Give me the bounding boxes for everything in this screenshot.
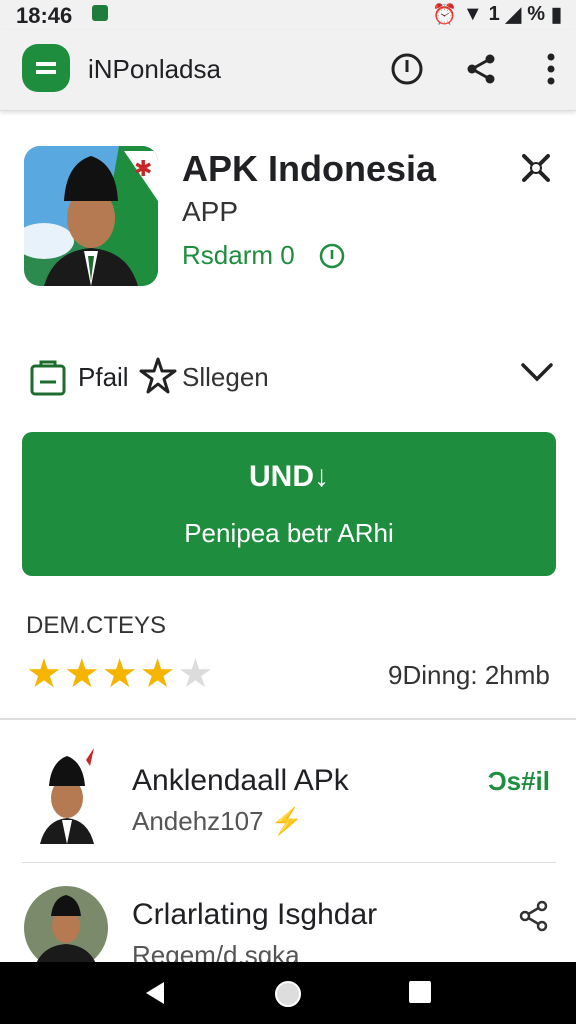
- status-icons: ⏰ ▼ 1 ◢ % ▮: [432, 2, 562, 27]
- app-logo: ✱: [24, 146, 158, 286]
- notification-icon: [92, 5, 108, 21]
- app-bar: iNPonladsa: [0, 30, 576, 111]
- chevron-down-icon[interactable]: [520, 360, 554, 391]
- rating-label: DEM.CTEYS: [26, 612, 167, 639]
- status-icon: ⚡: [270, 806, 304, 836]
- list-separator: [22, 862, 556, 863]
- signal-icon: ◢: [505, 4, 522, 26]
- star-icon: ★: [26, 652, 62, 696]
- share-icon[interactable]: [518, 900, 550, 939]
- star-icon: ★: [101, 652, 138, 696]
- navigation-bar: [0, 962, 576, 1024]
- share-icon[interactable]: [462, 50, 500, 88]
- svg-text:✱: ✱: [134, 156, 152, 181]
- list-item-avatar: [28, 748, 106, 844]
- app-bar-title: iNPonladsa: [88, 54, 221, 84]
- bag-icon: [28, 356, 68, 403]
- store-app-icon[interactable]: [22, 44, 70, 92]
- star-outline-icon: [138, 356, 178, 403]
- recent-apps-icon[interactable]: [408, 980, 432, 1009]
- divider: [0, 718, 576, 720]
- meta-label-1: Pfail: [78, 362, 129, 392]
- battery-icon: ▮: [550, 4, 562, 26]
- install-button-title: UND↓: [249, 460, 329, 493]
- star-icon: ★: [139, 652, 176, 696]
- star-empty-icon: ★: [177, 652, 214, 696]
- meta-row: Pfail Sllegen: [26, 352, 556, 400]
- list-item-name: Anklendaall APk: [132, 764, 349, 797]
- list-item-status[interactable]: Ɔs#il: [488, 766, 550, 797]
- wifi-icon: ▼: [462, 3, 483, 25]
- close-icon[interactable]: [518, 150, 554, 191]
- list-item-name: Crlarlating Isghdar: [132, 898, 378, 931]
- alarm-icon: ⏰: [431, 4, 457, 26]
- status-bar: 18:46 ⏰ ▼ 1 ◢ % ▮: [0, 0, 576, 30]
- home-icon[interactable]: [274, 980, 302, 1013]
- battery-text: %: [527, 3, 545, 25]
- developer-name[interactable]: Rsdarm 0: [182, 240, 295, 271]
- status-time: 18:46: [16, 3, 73, 28]
- more-vert-icon[interactable]: [532, 50, 570, 88]
- info-icon[interactable]: [388, 50, 426, 88]
- meta-label-2: Sllegen: [182, 362, 269, 392]
- size-text: 9Dinng: 2hmb: [388, 660, 550, 690]
- back-icon[interactable]: [142, 980, 168, 1011]
- list-item-sub: Andehz107 ⚡: [132, 806, 304, 836]
- info-circle-icon[interactable]: [318, 242, 346, 275]
- app-subtitle: APP: [182, 196, 239, 227]
- battery-level: 1: [488, 3, 500, 25]
- rating-stars: ★ ★ ★ ★ ★: [26, 654, 213, 694]
- install-button[interactable]: UND↓ Penipea betr ARhi: [22, 432, 556, 576]
- install-button-subtitle: Penipea betr ARhi: [184, 518, 394, 548]
- list-item[interactable]: Anklendaall APk Andehz107 ⚡ Ɔs#il: [22, 730, 556, 850]
- app-name: APK Indonesia: [182, 148, 437, 189]
- star-icon: ★: [63, 652, 100, 696]
